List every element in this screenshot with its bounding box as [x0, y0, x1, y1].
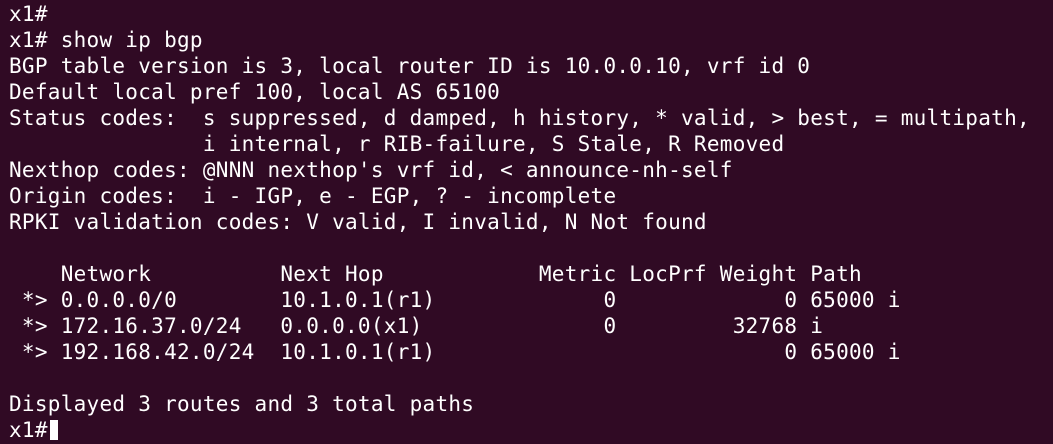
route-table-row: *> 0.0.0.0/0 10.1.0.1(r1) 0 0 65000 i — [9, 288, 901, 312]
prompt-line: x1# — [9, 2, 48, 26]
nexthop-codes-line: Nexthop codes: @NNN nexthop's vrf id, < … — [9, 158, 733, 182]
terminal-output: x1# x1# show ip bgp BGP table version is… — [9, 1, 1053, 444]
default-local-pref-line: Default local pref 100, local AS 65100 — [9, 80, 501, 104]
route-table-row: *> 192.168.42.0/24 10.1.0.1(r1) 0 65000 … — [9, 340, 901, 364]
status-codes-continued-line: i internal, r RIB-failure, S Stale, R Re… — [9, 132, 785, 156]
status-codes-line: Status codes: s suppressed, d damped, h … — [9, 106, 1030, 130]
cursor — [49, 420, 58, 440]
route-table-header: Network Next Hop Metric LocPrf Weight Pa… — [9, 262, 862, 286]
terminal-window[interactable]: { "terminal": { "background": "#300a24",… — [0, 0, 1053, 444]
current-prompt-line[interactable]: x1# — [9, 417, 1053, 443]
origin-codes-line: Origin codes: i - IGP, e - EGP, ? - inco… — [9, 184, 617, 208]
summary-line: Displayed 3 routes and 3 total paths — [9, 392, 475, 416]
current-prompt-text: x1# — [9, 418, 48, 442]
route-table-row: *> 172.16.37.0/24 0.0.0.0(x1) 0 32768 i — [9, 314, 824, 338]
command-line: x1# show ip bgp — [9, 28, 203, 52]
bgp-table-version-line: BGP table version is 3, local router ID … — [9, 54, 811, 78]
rpki-codes-line: RPKI validation codes: V valid, I invali… — [9, 210, 707, 234]
